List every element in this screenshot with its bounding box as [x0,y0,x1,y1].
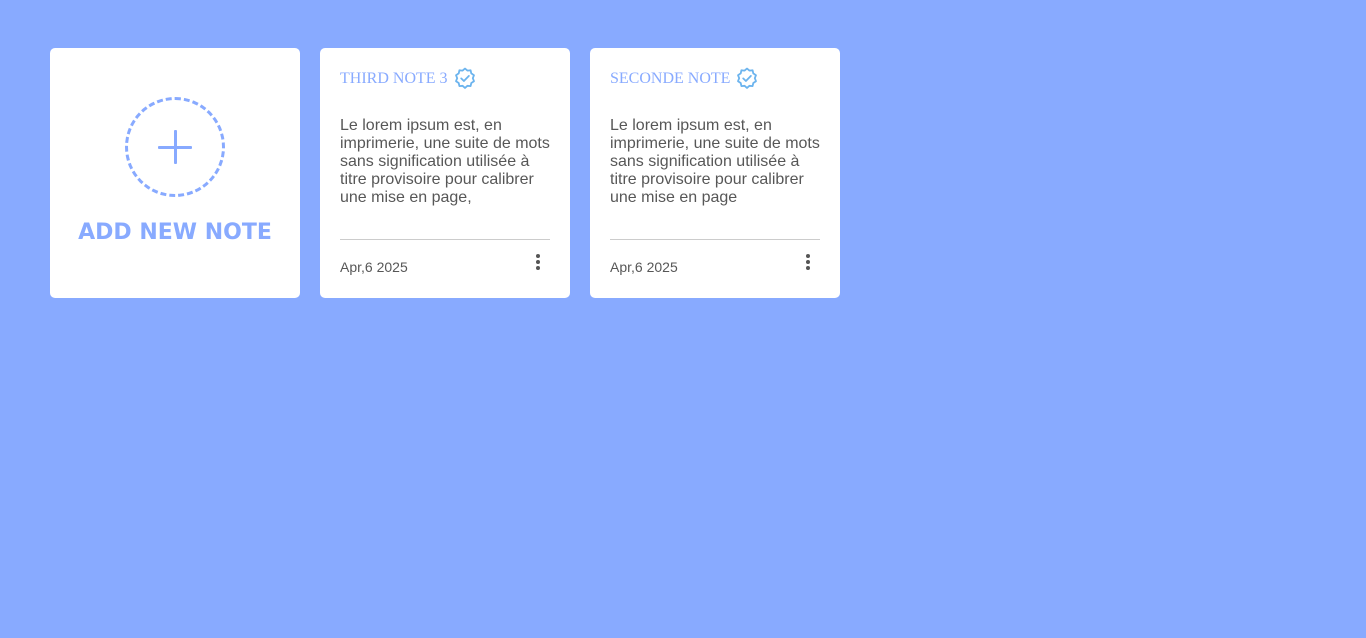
note-footer: Apr,6 2025 [610,239,820,275]
plus-icon-vertical [174,130,177,164]
note-body: Le lorem ipsum est, en imprimerie, une s… [340,117,550,206]
add-new-note-card[interactable]: ADD NEW NOTE [50,48,300,298]
note-header: SECONDE NOTE [610,67,820,91]
more-vertical-icon[interactable] [802,252,814,272]
add-note-circle[interactable] [125,97,225,197]
note-body: Le lorem ipsum est, en imprimerie, une s… [610,117,820,206]
note-header: THIRD NOTE 3 [340,67,550,91]
note-title: SECONDE NOTE [610,70,731,87]
notes-board: ADD NEW NOTE THIRD NOTE 3 Le lorem ipsum… [50,48,840,298]
note-date: Apr,6 2025 [340,259,408,275]
more-vertical-icon[interactable] [532,252,544,272]
verified-badge-icon [454,67,475,89]
note-card[interactable]: SECONDE NOTE Le lorem ipsum est, en impr… [590,48,840,298]
note-title: THIRD NOTE 3 [340,70,448,87]
verified-badge-icon [737,67,758,89]
note-footer: Apr,6 2025 [340,239,550,275]
note-card[interactable]: THIRD NOTE 3 Le lorem ipsum est, en impr… [320,48,570,298]
add-new-note-label[interactable]: ADD NEW NOTE [50,220,300,245]
note-date: Apr,6 2025 [610,259,678,275]
